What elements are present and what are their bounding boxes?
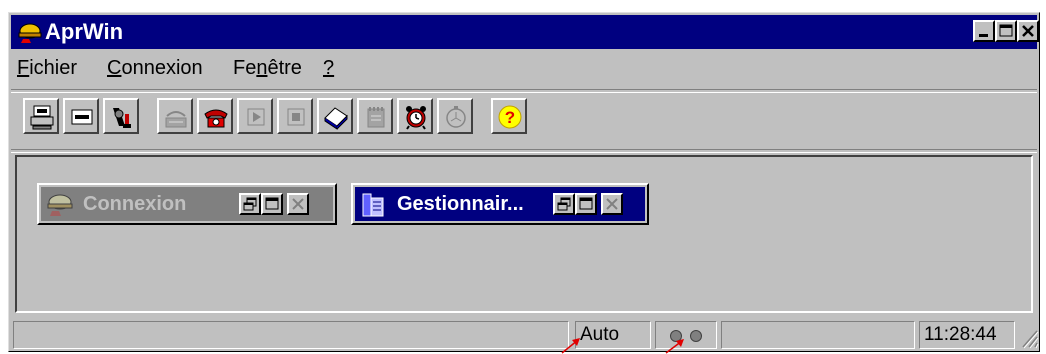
toolbar-button-stopwatch[interactable] bbox=[437, 98, 473, 134]
maximize-icon bbox=[265, 197, 279, 210]
toolbar-button-alarm[interactable] bbox=[397, 98, 433, 134]
close-icon bbox=[1022, 25, 1034, 37]
menu-fichier-label: ichier bbox=[29, 57, 78, 79]
status-bar: Auto 11:28:44 bbox=[11, 317, 1039, 351]
toolbar-button-help[interactable]: ? bbox=[491, 98, 527, 134]
toolbar-button-play[interactable] bbox=[237, 98, 273, 134]
settings-tools-icon bbox=[113, 108, 131, 128]
toolbar-separator bbox=[11, 149, 1037, 153]
menu-fenetre[interactable]: Fenêtre bbox=[233, 56, 302, 80]
close-button[interactable] bbox=[1017, 20, 1039, 42]
mdi-gestionnaire-close-button[interactable] bbox=[601, 193, 623, 215]
mdi-gestionnaire-restore-button[interactable] bbox=[553, 193, 575, 215]
status-time: 11:28:44 bbox=[924, 324, 997, 345]
printer-computer-icon bbox=[30, 105, 54, 130]
title-bar[interactable]: AprWin bbox=[11, 15, 1039, 49]
app-window: AprWin Fichier Connexion Fenêtre ? ? Con… bbox=[8, 12, 1040, 352]
close-icon bbox=[606, 198, 618, 210]
stopwatch-icon bbox=[446, 106, 466, 128]
mdi-client-area: Connexion Gestionnair... bbox=[15, 155, 1033, 313]
minimize-button[interactable] bbox=[973, 20, 995, 42]
toolbar-button-notepad[interactable] bbox=[357, 98, 393, 134]
status-panel-message bbox=[13, 321, 569, 349]
menu-fenetre-accel: n bbox=[256, 57, 268, 79]
maximize-icon bbox=[579, 197, 593, 210]
menu-fichier[interactable]: Fichier bbox=[17, 56, 77, 80]
mdi-connexion-restore-button[interactable] bbox=[239, 193, 261, 215]
mdi-gestionnaire-titlebar[interactable]: Gestionnair... bbox=[355, 187, 645, 221]
toolbar-button-print[interactable] bbox=[23, 98, 59, 134]
terminal-icon bbox=[71, 109, 93, 125]
window-title: AprWin bbox=[45, 19, 124, 44]
notepad-icon bbox=[367, 107, 385, 128]
restore-icon bbox=[557, 197, 571, 211]
resize-grip-icon[interactable] bbox=[1019, 327, 1039, 349]
menu-help-label: ? bbox=[323, 57, 335, 79]
menu-fichier-accel: F bbox=[17, 57, 30, 79]
mdi-connexion-maximize-button[interactable] bbox=[261, 193, 283, 215]
mdi-minimized-gestionnaire[interactable]: Gestionnair... bbox=[351, 183, 649, 225]
menu-connexion[interactable]: Connexion bbox=[107, 56, 203, 80]
status-panel-clock: 11:28:44 bbox=[919, 321, 1015, 349]
modem-icon bbox=[165, 111, 187, 128]
mdi-connexion-titlebar[interactable]: Connexion bbox=[41, 187, 333, 221]
building-icon bbox=[362, 193, 384, 217]
menu-bar: Fichier Connexion Fenêtre ? bbox=[11, 51, 1037, 87]
menu-fenetre-pre: Fe bbox=[233, 57, 257, 79]
play-icon bbox=[247, 108, 265, 126]
toolbar-button-settings[interactable] bbox=[103, 98, 139, 134]
toolbar-button-telephone[interactable] bbox=[197, 98, 233, 134]
toolbar-button-modem[interactable] bbox=[157, 98, 193, 134]
mdi-connexion-close-button[interactable] bbox=[287, 193, 309, 215]
mdi-gestionnaire-title: Gestionnair... bbox=[397, 193, 524, 215]
toolbar-button-terminal[interactable] bbox=[63, 98, 99, 134]
toolbar-button-stop[interactable] bbox=[277, 98, 313, 134]
menu-fenetre-label: être bbox=[267, 57, 302, 79]
restore-icon bbox=[243, 197, 257, 211]
helmet-icon bbox=[47, 194, 73, 216]
book-icon bbox=[324, 107, 348, 130]
mdi-gestionnaire-maximize-button[interactable] bbox=[575, 193, 597, 215]
mdi-minimized-connexion[interactable]: Connexion bbox=[37, 183, 337, 225]
toolbar: ? bbox=[11, 91, 1037, 147]
stop-icon bbox=[287, 108, 305, 126]
minimize-icon bbox=[979, 34, 988, 37]
maximize-icon bbox=[999, 24, 1013, 37]
svg-text:?: ? bbox=[505, 108, 515, 127]
menu-help[interactable]: ? bbox=[323, 56, 334, 80]
menu-connexion-label: onnexion bbox=[121, 57, 203, 79]
toolbar-button-book[interactable] bbox=[317, 98, 353, 134]
mdi-connexion-title: Connexion bbox=[83, 193, 187, 215]
alarm-clock-icon bbox=[406, 106, 426, 130]
annotation-arrow-1 bbox=[561, 338, 580, 354]
helmet-icon bbox=[18, 23, 42, 43]
help-icon: ? bbox=[498, 105, 522, 129]
menu-connexion-accel: C bbox=[107, 57, 122, 79]
telephone-icon bbox=[204, 109, 228, 128]
status-panel-progress bbox=[721, 321, 915, 349]
close-icon bbox=[292, 198, 304, 210]
annotation-arrow-2 bbox=[665, 339, 684, 354]
maximize-button[interactable] bbox=[995, 20, 1017, 42]
